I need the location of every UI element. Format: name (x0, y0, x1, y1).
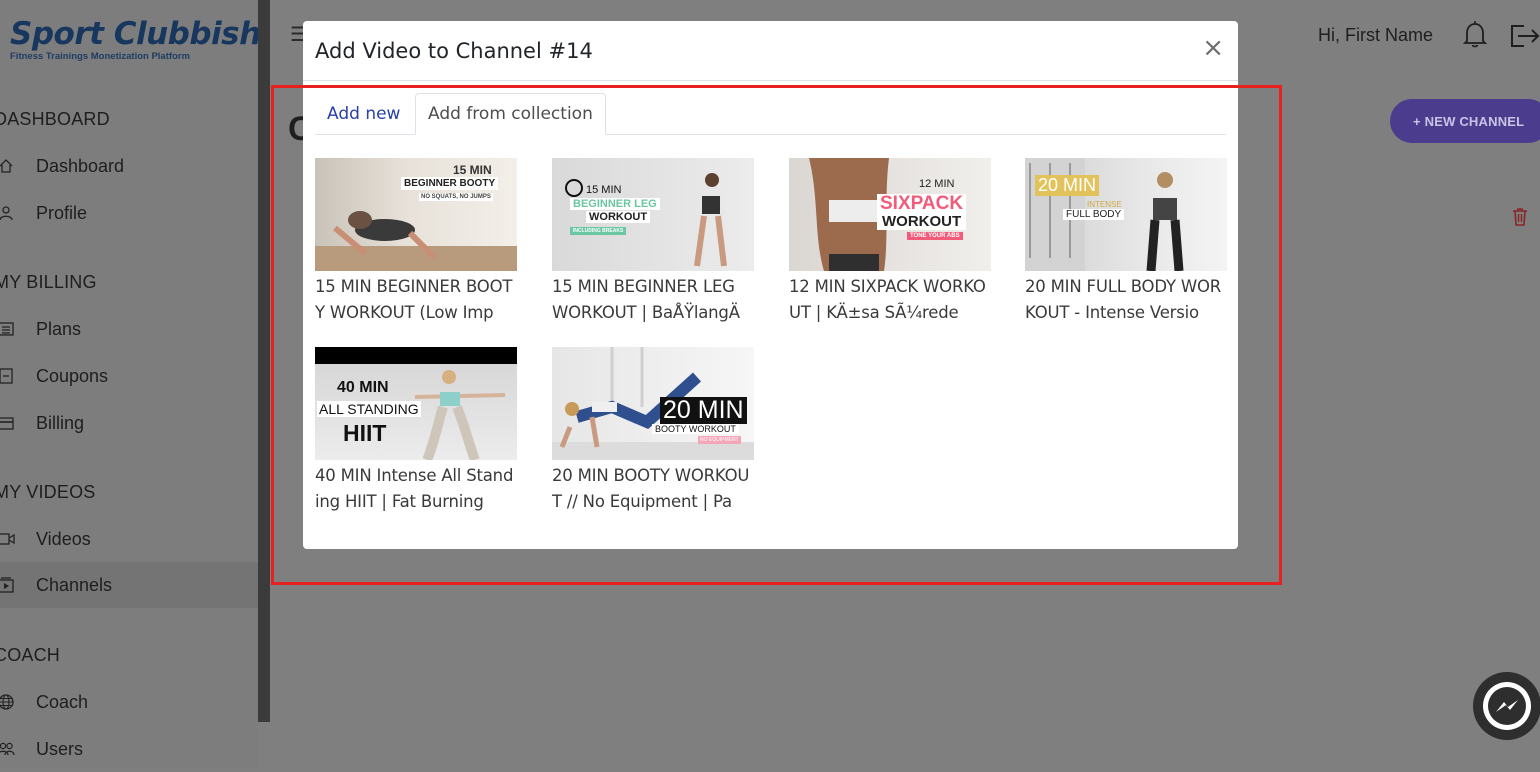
globe-icon (0, 694, 16, 710)
video-thumbnail[interactable]: 40 MIN ALL STANDING HIIT (315, 347, 517, 460)
section-coach: COACH (0, 645, 61, 665)
video-card[interactable]: 20 MIN INTENSE FULL BODY 20 MIN FULL BOD… (1025, 158, 1227, 326)
thumb-line: NO SQUATS, NO JUMPS (419, 193, 493, 201)
section-videos: MY VIDEOS (0, 482, 96, 502)
sidebar-item-label: Billing (36, 412, 85, 433)
video-card[interactable]: 15 MIN BEGINNER BOOTY NO SQUATS, NO JUMP… (315, 158, 517, 326)
sidebar-scrollbar[interactable] (258, 0, 270, 722)
bell-icon[interactable] (1462, 20, 1488, 53)
sidebar: Sport Clubbish Fitness Trainings Monetiz… (0, 0, 261, 768)
list-icon (0, 322, 16, 336)
video-thumbnail[interactable]: 20 MIN BOOTY WORKOUT NO EQUIPMENT (552, 347, 754, 460)
thumb-line: 20 MIN (660, 397, 747, 424)
messenger-chat-icon[interactable] (1473, 672, 1540, 740)
modal-tabs: Add new Add from collection (315, 93, 1226, 135)
sidebar-item-label: Videos (36, 528, 91, 549)
sidebar-item-label: Dashboard (36, 155, 125, 176)
trash-icon[interactable] (1512, 207, 1528, 231)
video-title: 12 MIN SIXPACK WORKOUT | KÄ±sa SÃ¼rede (789, 277, 986, 322)
video-card[interactable]: 15 MIN BEGINNER LEG WORKOUT INCLUDING BR… (552, 158, 754, 326)
tab-add-new[interactable]: Add new (315, 93, 412, 134)
sidebar-item-label: Channels (36, 574, 113, 595)
video-thumbnail[interactable]: 20 MIN INTENSE FULL BODY (1025, 158, 1227, 271)
sidebar-item-users[interactable]: Users (0, 726, 258, 772)
video-thumbnail[interactable]: 12 MIN SIXPACK WORKOUT TONE YOUR ABS (789, 158, 991, 271)
sidebar-item-videos[interactable]: Videos (0, 516, 258, 562)
sidebar-item-dashboard[interactable]: Dashboard (0, 143, 258, 189)
sidebar-item-label: Plans (36, 318, 82, 339)
thumb-line: INCLUDING BREAKS (570, 227, 627, 235)
modal-title: Add Video to Channel #14 (315, 39, 593, 63)
thumb-line: HIIT (343, 420, 387, 446)
new-channel-button[interactable]: + NEW CHANNEL (1390, 99, 1540, 143)
thumb-line: INTENSE (1087, 200, 1122, 209)
thumb-line: WORKOUT (586, 211, 651, 223)
video-card[interactable]: 12 MIN SIXPACK WORKOUT TONE YOUR ABS 12 … (789, 158, 991, 326)
sidebar-item-label: Profile (36, 202, 88, 223)
video-thumbnail[interactable]: 15 MIN BEGINNER LEG WORKOUT INCLUDING BR… (552, 158, 754, 271)
user-greeting[interactable]: Hi, First Name (1318, 25, 1433, 46)
video-title: 40 MIN Intense All Standing HIIT | Fat B… (315, 466, 514, 511)
video-card[interactable]: 20 MIN BOOTY WORKOUT NO EQUIPMENT 20 MIN… (552, 347, 754, 515)
video-title: 20 MIN FULL BODY WORKOUT - Intense Versi… (1025, 277, 1222, 322)
video-card[interactable]: 40 MIN ALL STANDING HIIT 40 MIN Intense … (315, 347, 517, 515)
thumb-line: 40 MIN (337, 379, 389, 396)
thumb-line: 12 MIN (919, 178, 955, 190)
thumb-line: ALL STANDING (317, 401, 421, 417)
coupon-icon (0, 368, 16, 384)
video-thumbnail[interactable]: 15 MIN BEGINNER BOOTY NO SQUATS, NO JUMP… (315, 158, 517, 271)
logo[interactable]: Sport Clubbish Fitness Trainings Monetiz… (10, 16, 261, 76)
user-icon (0, 205, 16, 221)
logout-icon[interactable] (1510, 24, 1540, 53)
thumb-line: WORKOUT (877, 213, 967, 230)
sidebar-item-label: Users (36, 738, 84, 759)
logo-subtitle: Fitness Trainings Monetization Platform (10, 51, 190, 62)
video-title: 15 MIN BEGINNER LEG WORKOUT | BaÅŸlangÄ (552, 277, 740, 322)
sidebar-item-label: Coach (36, 691, 89, 712)
thumb-line: BEGINNER BOOTY (401, 177, 499, 190)
sidebar-item-coach[interactable]: Coach (0, 679, 258, 725)
thumb-line: FULL BODY (1063, 209, 1125, 220)
thumb-line: SIXPACK (877, 194, 967, 213)
card-icon (0, 416, 16, 430)
sidebar-item-label: Coupons (36, 365, 109, 386)
sidebar-item-plans[interactable]: Plans (0, 306, 258, 352)
users-icon (0, 741, 16, 757)
thumb-line: 15 MIN (586, 184, 622, 196)
sidebar-item-channels[interactable]: Channels (0, 562, 258, 608)
thumb-line: BEGINNER LEG (570, 198, 660, 210)
thumb-line: NO EQUIPMENT (698, 436, 741, 444)
channel-icon (0, 577, 16, 593)
home-icon (0, 158, 16, 174)
section-dashboard: DASHBOARD (0, 109, 110, 129)
thumbnail-figure (565, 173, 727, 267)
close-icon[interactable]: × (1202, 35, 1224, 61)
modal-header: Add Video to Channel #14 × (303, 21, 1238, 81)
camera-icon (0, 533, 16, 545)
tab-add-from-collection[interactable]: Add from collection (415, 93, 606, 135)
logo-title: Sport Clubbish (10, 16, 261, 52)
add-video-modal: Add Video to Channel #14 × Add new Add f… (303, 21, 1238, 549)
thumb-line: 15 MIN (453, 163, 492, 177)
thumb-line: 20 MIN (1035, 175, 1100, 196)
sidebar-item-profile[interactable]: Profile (0, 190, 258, 236)
video-title: 20 MIN BOOTY WORKOUT // No Equipment | P… (552, 466, 750, 511)
sidebar-item-billing[interactable]: Billing (0, 400, 258, 446)
thumb-line: BOOTY WORKOUT (652, 424, 739, 434)
thumb-line: TONE YOUR ABS (907, 232, 963, 240)
sidebar-item-coupons[interactable]: Coupons (0, 353, 258, 399)
section-billing: MY BILLING (0, 272, 97, 292)
video-title: 15 MIN BEGINNER BOOTY WORKOUT (Low Imp (315, 277, 513, 322)
